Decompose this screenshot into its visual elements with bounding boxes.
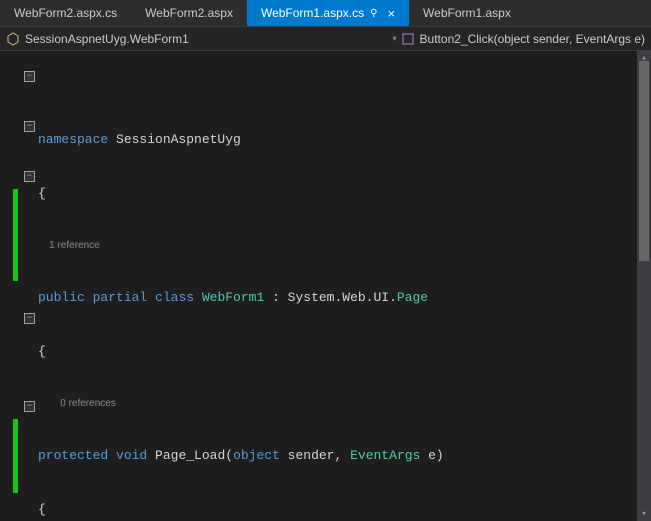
code-area[interactable]: namespace SessionAspnetUyg { 1 reference… <box>38 51 651 521</box>
scroll-down-button[interactable]: ▾ <box>637 507 651 521</box>
codelens-references[interactable]: 1 reference <box>38 239 651 253</box>
fold-toggle[interactable]: − <box>24 401 35 412</box>
type-nav-dropdown[interactable]: SessionAspnetUyg.WebForm1 <box>0 32 389 46</box>
class-icon <box>6 32 20 46</box>
member-nav-dropdown[interactable]: Button2_Click(object sender, EventArgs e… <box>401 32 651 46</box>
nav-left-label: SessionAspnetUyg.WebForm1 <box>25 32 189 46</box>
change-marker <box>13 419 18 493</box>
code-line: { <box>38 185 651 203</box>
code-line: protected void Page_Load(object sender, … <box>38 447 651 465</box>
nav-right-label: Button2_Click(object sender, EventArgs e… <box>420 32 645 46</box>
tab-webform1-cs[interactable]: WebForm1.aspx.cs ⚲ × <box>247 0 409 26</box>
tab-bar: WebForm2.aspx.cs WebForm2.aspx WebForm1.… <box>0 0 651 27</box>
tab-webform2-aspx[interactable]: WebForm2.aspx <box>131 0 247 26</box>
fold-toggle[interactable]: − <box>24 171 35 182</box>
code-line: namespace SessionAspnetUyg <box>38 131 651 149</box>
tab-webform2-cs[interactable]: WebForm2.aspx.cs <box>0 0 131 26</box>
fold-toggle[interactable]: − <box>24 121 35 132</box>
code-line: { <box>38 501 651 519</box>
chevron-down-icon[interactable]: ▾ <box>393 34 397 43</box>
change-marker <box>13 189 18 281</box>
codelens-references[interactable]: 0 references <box>38 397 651 411</box>
fold-toggle[interactable]: − <box>24 71 35 82</box>
fold-toggle[interactable]: − <box>24 313 35 324</box>
tab-webform1-aspx[interactable]: WebForm1.aspx <box>409 0 525 26</box>
close-icon[interactable]: × <box>387 6 395 21</box>
editor-gutter: − − − − − <box>0 51 38 521</box>
scroll-thumb[interactable] <box>639 61 649 261</box>
method-icon <box>401 32 415 46</box>
pin-icon[interactable]: ⚲ <box>370 8 377 19</box>
nav-bar: SessionAspnetUyg.WebForm1 ▾ Button2_Clic… <box>0 27 651 51</box>
code-line: public partial class WebForm1 : System.W… <box>38 289 651 307</box>
code-editor[interactable]: − − − − − namespace SessionAspnetUyg { 1… <box>0 51 651 521</box>
code-line: { <box>38 343 651 361</box>
vertical-scrollbar[interactable]: ▴ ▾ <box>637 51 651 521</box>
